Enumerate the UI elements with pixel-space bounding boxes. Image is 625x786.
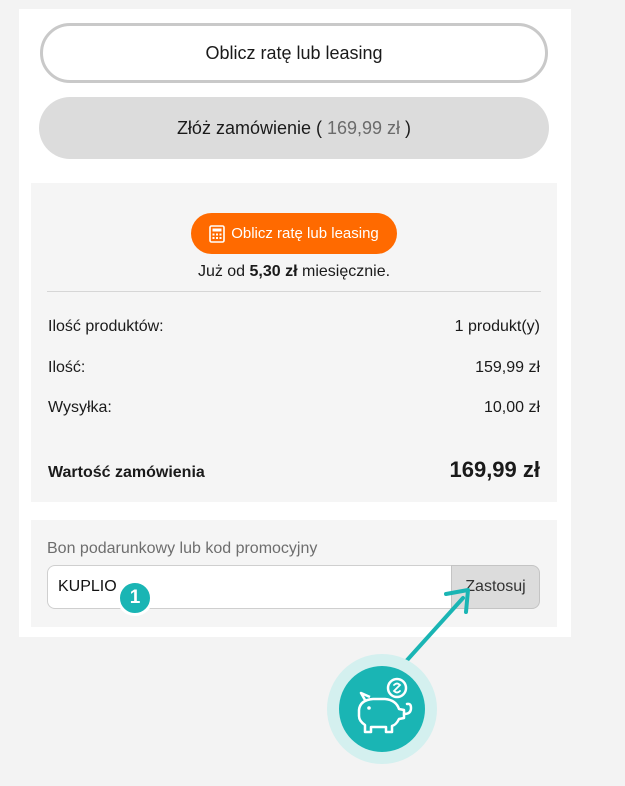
piggy-bank-coin-icon <box>357 677 413 734</box>
installment-info: Już od 5,30 zł miesięcznie. <box>197 263 391 280</box>
summary-row-total: Wartość zamówienia 169,99 zł <box>48 457 540 483</box>
place-order-button[interactable]: Złóż zamówienie ( 169,99 zł ) <box>39 97 549 159</box>
summary-row-shipping: Wysyłka: 10,00 zł <box>48 399 540 416</box>
total-value: 169,99 zł <box>449 457 540 482</box>
place-order-price: 169,99 zł <box>326 117 401 138</box>
place-order-label: Złóż zamówienie ( 169,99 zł ) <box>176 117 412 138</box>
summary-divider <box>47 291 541 292</box>
summary-row-amount: Ilość: 159,99 zł <box>48 359 540 376</box>
promo-code-input[interactable]: KUPLIO <box>47 565 451 609</box>
calculate-installment-button[interactable]: Oblicz ratę lub leasing <box>40 23 548 83</box>
calculator-icon <box>209 224 226 243</box>
summary-row-products: Ilość produktów: 1 produkt(y) <box>48 318 540 335</box>
calculate-installment-label: Oblicz ratę lub leasing <box>205 42 383 63</box>
step-number-badge: 1 <box>117 580 153 616</box>
apply-promo-button[interactable]: Zastosuj <box>451 565 540 609</box>
calculate-installment-orange-label: Oblicz ratę lub leasing <box>231 225 379 242</box>
promo-code-label: Bon podarunkowy lub kod promocyjny <box>47 540 318 557</box>
calculate-installment-orange-button[interactable]: Oblicz ratę lub leasing <box>191 213 397 254</box>
annotation-icon-badge <box>327 654 437 764</box>
order-summary: Oblicz ratę lub leasing Już od 5,30 zł m… <box>31 183 557 502</box>
total-label: Wartość zamówienia <box>48 464 205 481</box>
installment-amount: 5,30 zł <box>249 263 298 280</box>
promo-code-section: Bon podarunkowy lub kod promocyjny KUPLI… <box>31 520 557 627</box>
